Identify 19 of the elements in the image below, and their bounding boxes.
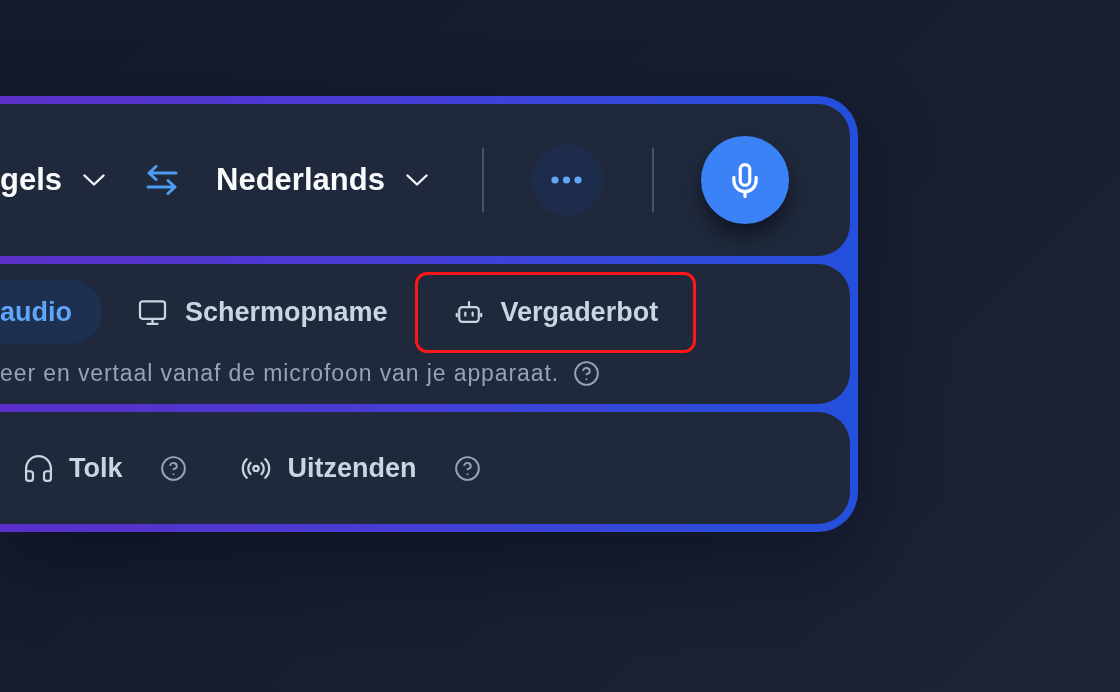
language-dropdown[interactable]: gels [0,161,106,199]
language-dropdown[interactable]: Nederlands [216,161,428,199]
monitor-icon [138,299,167,325]
headphones-icon [25,454,52,482]
more-icon [551,176,583,184]
broadcast-icon [240,457,271,479]
microphone-icon [731,162,758,198]
mode-description: eer en vertaal vanaf de microfoon van je apparaat. [0,360,559,386]
input-mode-tab[interactable]: Vergaderbot [414,271,697,353]
help-icon[interactable] [160,455,186,481]
chevron-down-icon [405,174,428,186]
help-icon[interactable] [454,455,480,481]
output-mode-button[interactable]: Tolk [25,452,123,484]
output-mode-button[interactable]: Uitzenden [240,452,417,484]
swap-arrows-icon[interactable] [146,165,179,195]
robot-icon [454,301,483,323]
chevron-down-icon [83,174,106,186]
help-icon[interactable] [574,360,599,386]
input-mode-tab[interactable]: audio [0,280,102,344]
